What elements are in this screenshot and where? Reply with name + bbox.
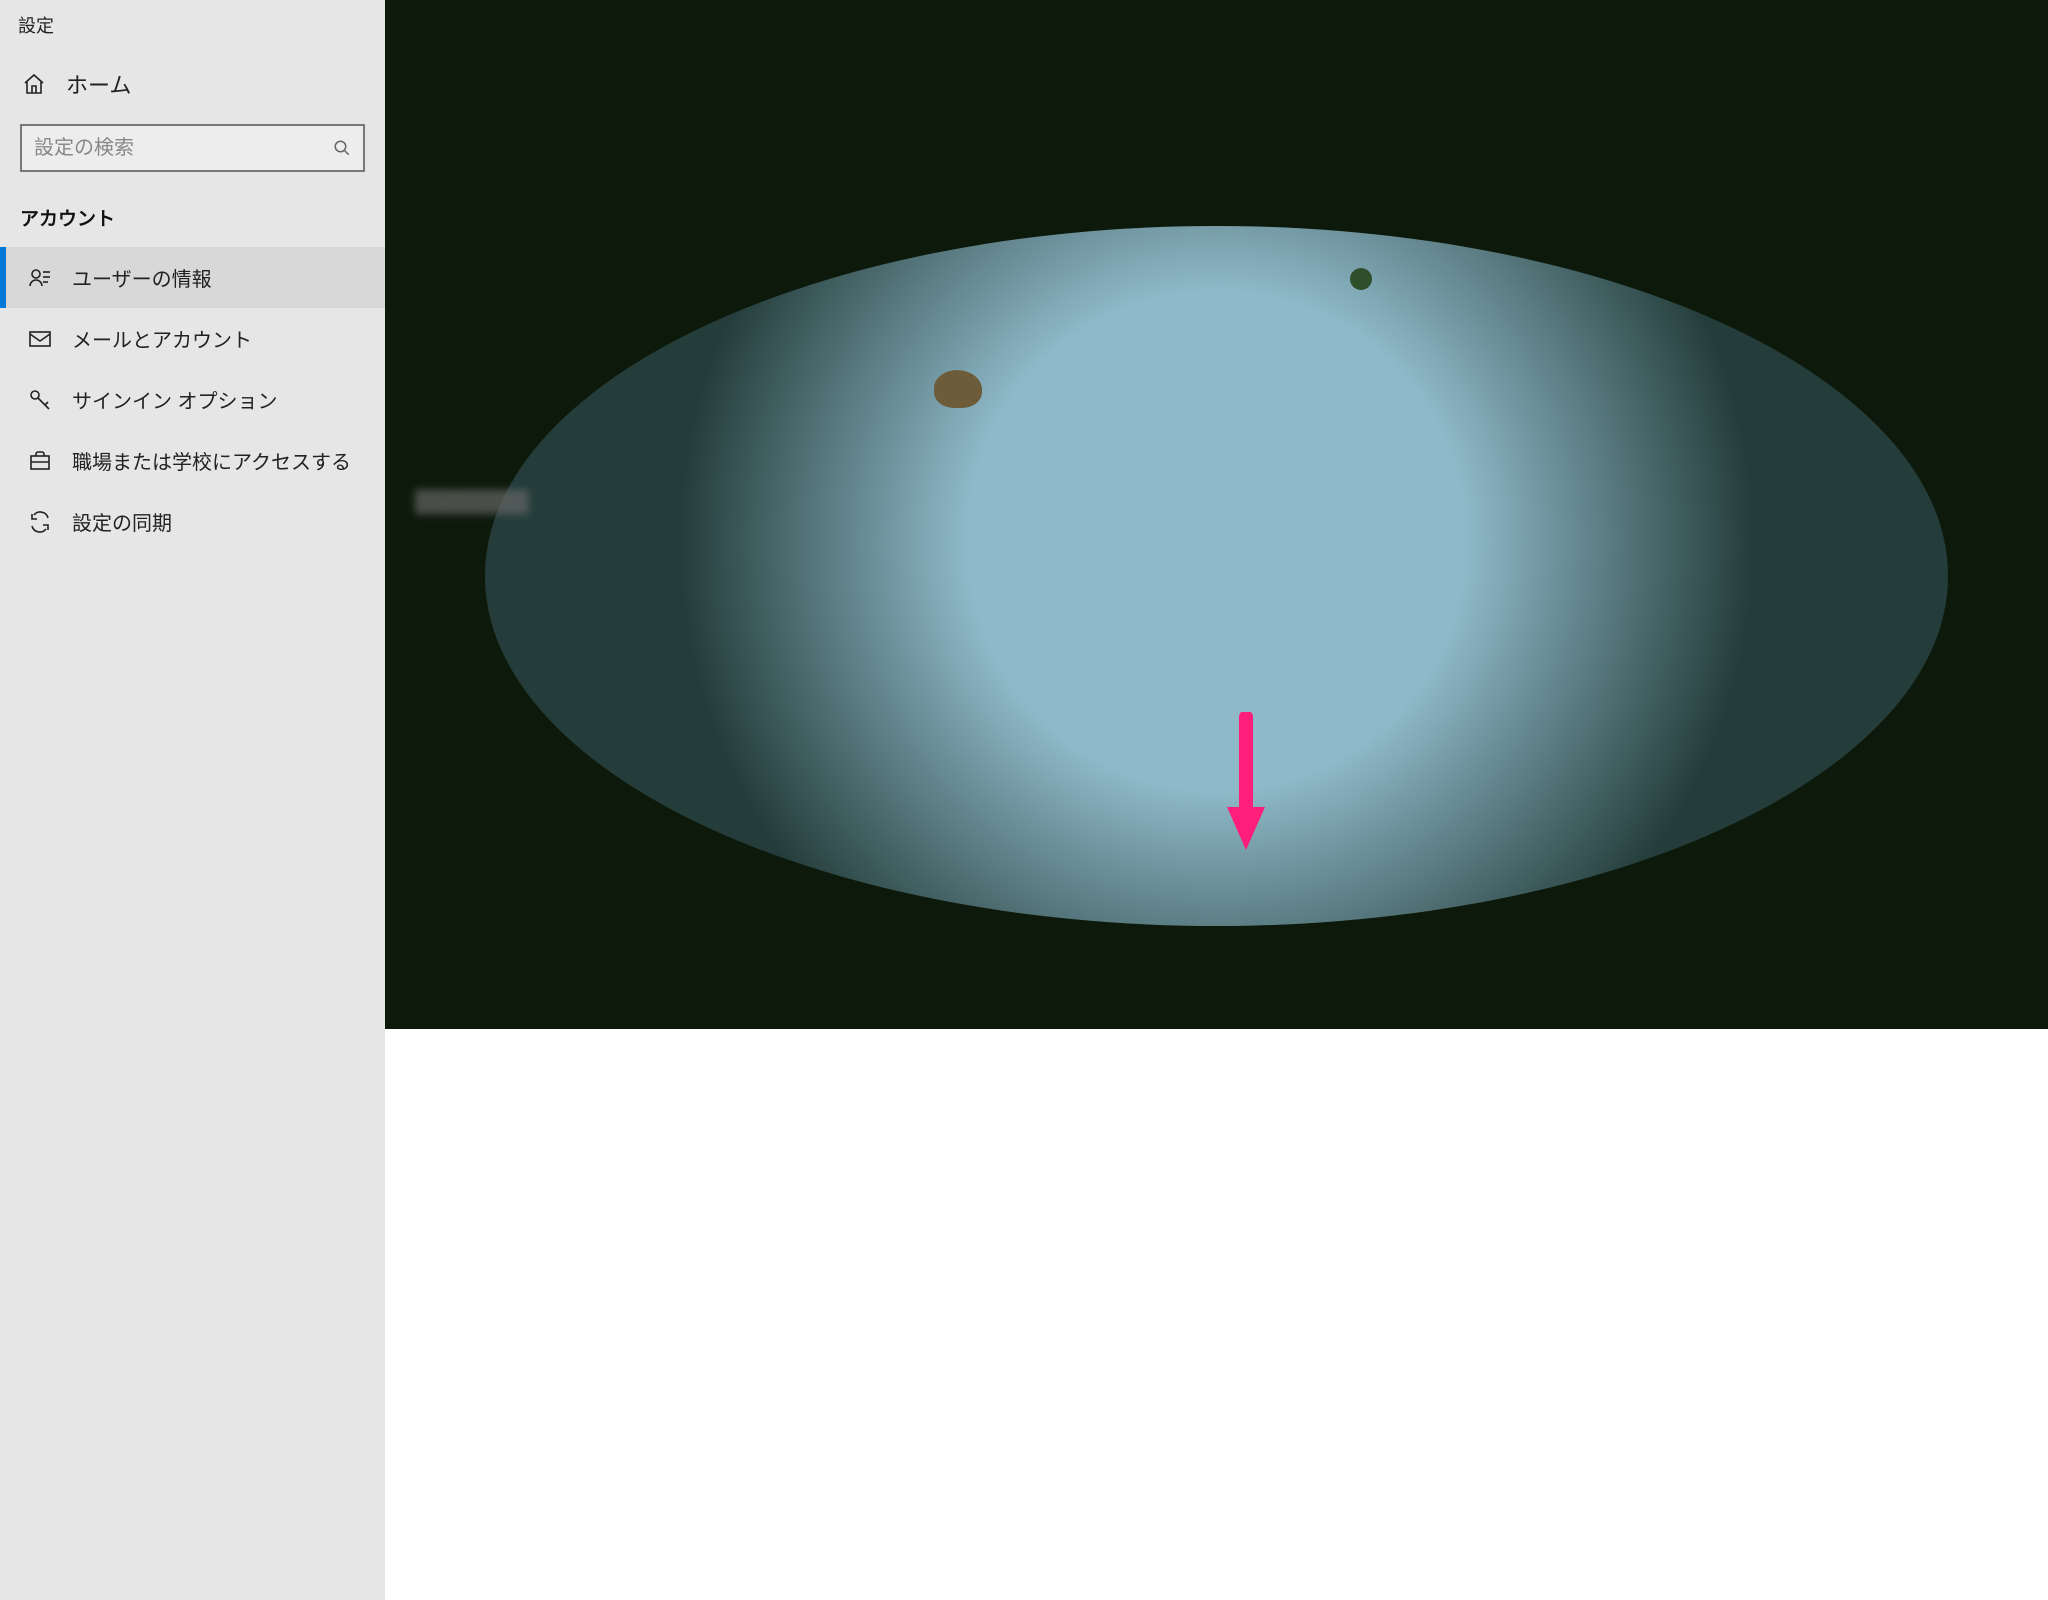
sidebar-item-label: サインイン オプション [72,385,278,414]
sidebar-category: アカウント [0,196,385,247]
sidebar-item-your-info[interactable]: ユーザーの情報 [0,247,385,308]
search-box[interactable] [20,124,365,172]
briefcase-icon [28,449,52,473]
avatar-history [675,123,810,423]
home-button[interactable]: ホーム [0,58,385,114]
sidebar-item-signin-options[interactable]: サインイン オプション [0,369,385,430]
mail-icon [28,327,52,351]
sync-icon [28,510,52,534]
avatar-row [415,123,2018,423]
sidebar-item-label: 設定の同期 [72,507,172,536]
sidebar-item-sync[interactable]: 設定の同期 [0,491,385,552]
sidebar: 設定 ホーム アカウント ユーザーの情報 メールとアカウント サインイン オプシ… [0,0,385,1600]
sidebar-item-label: メールとアカウント [72,324,252,353]
user-email-hidden: ████████ [415,491,528,514]
sidebar-item-label: 職場または学校にアクセスする [72,446,351,475]
sidebar-item-email-accounts[interactable]: メールとアカウント [0,308,385,369]
sidebar-item-work-school[interactable]: 職場または学校にアクセスする [0,430,385,491]
app-title: 設定 [0,0,385,58]
main-pane: ユーザーの情報 瀬川尚人 ████████@outlook.com 支払い情報、… [385,0,2048,1600]
person-card-icon [28,266,52,290]
sidebar-item-label: ユーザーの情報 [72,263,212,292]
home-label: ホーム [66,68,131,100]
avatar-history-2[interactable] [675,273,810,408]
search-icon [333,139,351,157]
search-input[interactable] [34,137,333,160]
home-icon [22,72,46,96]
key-icon [28,388,52,412]
